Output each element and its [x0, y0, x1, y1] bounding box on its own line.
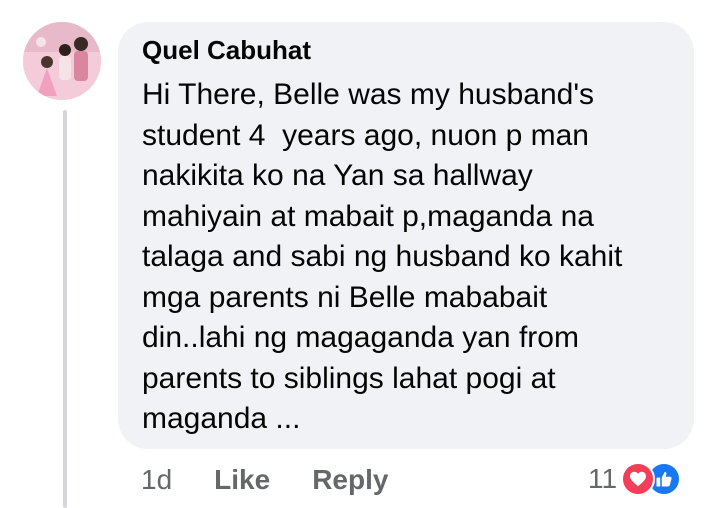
reaction-count: 11 — [588, 463, 618, 494]
avatar-photo — [23, 22, 101, 100]
comment-text-line: Hi There, Belle was my husband's — [142, 78, 595, 111]
comment-text-line: mga parents ni Belle mababait — [142, 280, 548, 314]
comment-text-line: talaga and sabi ng husband ko kahit — [142, 240, 623, 273]
thread-line — [63, 110, 67, 508]
comment-text-line: maganda ... — [142, 402, 301, 435]
comment-timestamp[interactable]: 1d — [141, 464, 172, 496]
comment-author[interactable]: Quel Cabuhat — [142, 34, 670, 66]
comment-text: Hi There, Belle was my husband's student… — [142, 75, 670, 440]
comment-text-line: student 4 years ago, nuon p man — [142, 118, 589, 152]
like-button[interactable]: Like — [214, 464, 270, 496]
comment-actions: 1d Like Reply — [141, 462, 388, 498]
comment-bubble: Quel Cabuhat Hi There, Belle was my husb… — [118, 22, 694, 449]
comment-text-line: mahiyain at mabait p,maganda na — [142, 199, 594, 233]
reactions-summary[interactable]: 11 — [588, 460, 682, 498]
comment-text-line: din..lahi ng magaganda yan from — [142, 321, 579, 354]
avatar[interactable] — [23, 22, 101, 100]
comment-text-line: nakikita ko na Yan sa hallway — [142, 159, 533, 192]
comment-text-line: parents to siblings lahat pogi at — [142, 361, 556, 395]
reply-button[interactable]: Reply — [312, 464, 388, 496]
heart-icon — [621, 462, 656, 496]
